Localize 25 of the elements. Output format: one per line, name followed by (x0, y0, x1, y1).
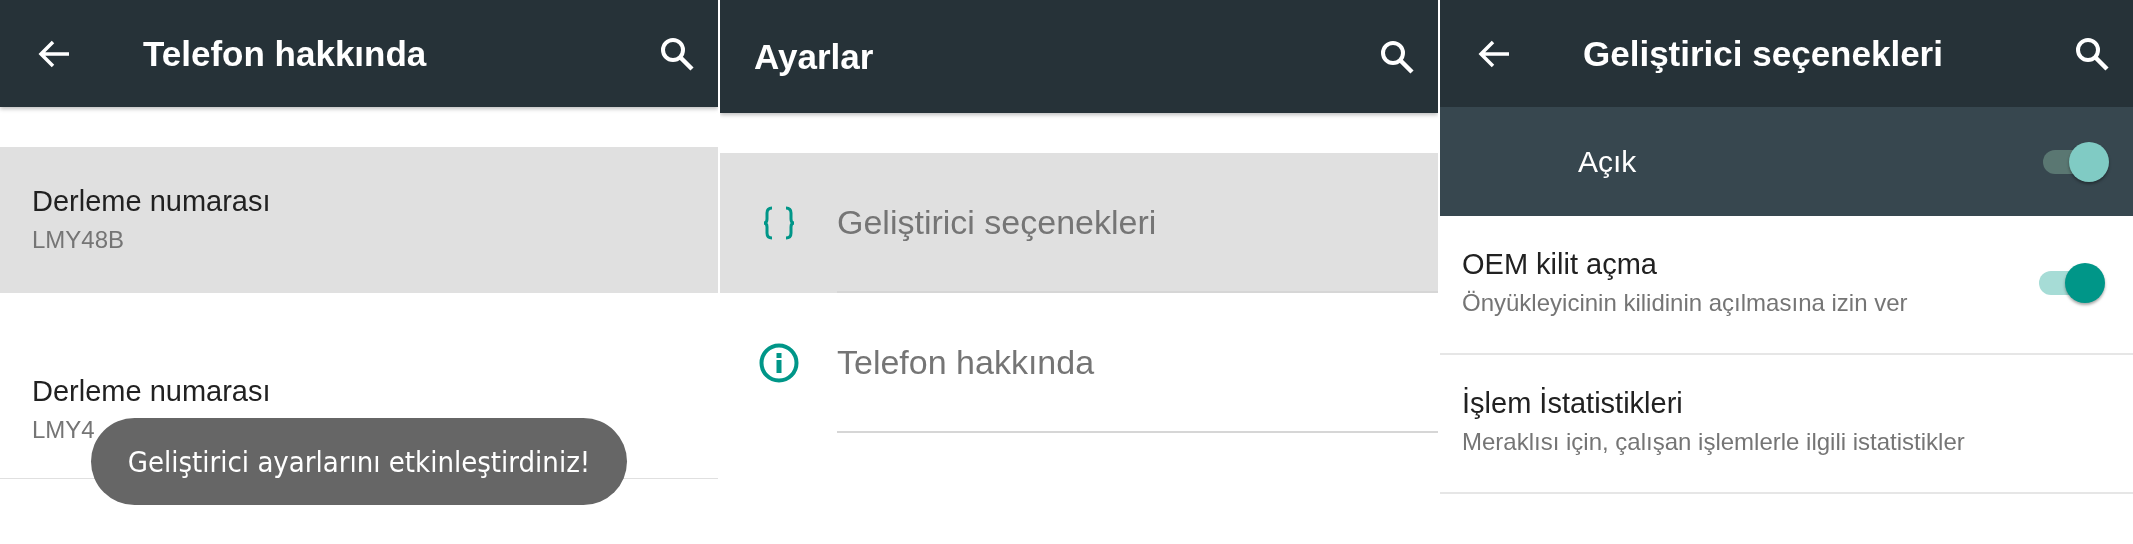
item-subtitle: Meraklısı için, çalışan işlemlerle ilgili istatistikler (1462, 428, 1966, 456)
item-title: Telefon hakkında (837, 342, 1095, 382)
toggle-switch[interactable] (2037, 262, 2105, 303)
screen-title: Geliştirici seçenekleri (1583, 33, 1944, 74)
item-subtitle: LMY48B (32, 226, 126, 254)
item-title: İşlem İstatistikleri (1462, 387, 1684, 420)
list-item[interactable]: Derleme numarası LMY48B (0, 147, 718, 293)
search-icon[interactable] (660, 36, 694, 71)
list-item[interactable]: İşlem İstatistikleri Meraklısı için, çalışan işlemlerle ilgili istatistikler (1440, 355, 2133, 494)
screen-title: Ayarlar (754, 36, 875, 77)
master-switch-bar[interactable]: Açık (1440, 107, 2133, 216)
screen-title: Telefon hakkında (143, 33, 428, 74)
item-title: Derleme numarası (32, 375, 272, 408)
item-title: Geliştirici seçenekleri (837, 202, 1157, 242)
toggle-switch[interactable] (2041, 141, 2109, 182)
item-title: OEM kilit açma (1462, 248, 1658, 281)
search-icon[interactable] (1380, 39, 1414, 74)
switch-label: Açık (1578, 144, 1638, 179)
info-icon (758, 343, 799, 383)
back-icon[interactable] (38, 39, 70, 68)
item-subtitle: Önyükleyicinin kilidinin açılmasına izin ver (1462, 289, 1909, 317)
back-icon[interactable] (1478, 39, 1510, 68)
braces-icon (762, 206, 795, 240)
search-icon[interactable] (2075, 36, 2109, 71)
item-title: Derleme numarası (32, 185, 272, 218)
